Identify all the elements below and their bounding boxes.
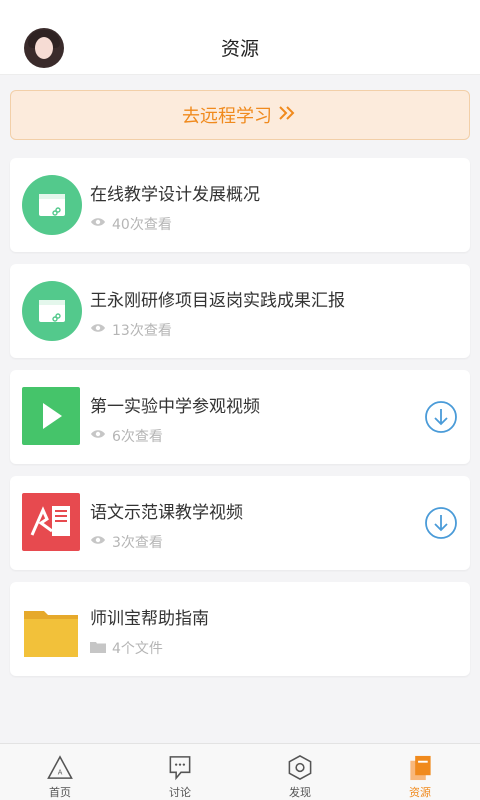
- resource-title: 语文示范课教学视频: [90, 503, 243, 523]
- download-icon[interactable]: [424, 506, 458, 540]
- tab-label: 讨论: [169, 786, 191, 799]
- web-link-icon: [22, 281, 82, 341]
- resource-card[interactable]: 师训宝帮助指南 4个文件: [10, 582, 470, 676]
- pdf-file-icon: [22, 493, 80, 551]
- resource-meta: 6次查看: [90, 426, 163, 446]
- eye-icon: [90, 322, 106, 338]
- svg-text:A: A: [58, 768, 63, 776]
- video-play-icon: [22, 387, 80, 445]
- page-title: 资源: [220, 38, 259, 60]
- resource-card[interactable]: 语文示范课教学视频 3次查看: [10, 476, 470, 570]
- folder-icon: [22, 599, 80, 657]
- discussion-icon: [169, 756, 191, 781]
- resource-card[interactable]: 第一实验中学参观视频 6次查看: [10, 370, 470, 464]
- view-count: 3次查看: [112, 535, 163, 551]
- resource-meta: 40次查看: [90, 214, 172, 234]
- view-count: 6次查看: [112, 429, 163, 445]
- resource-title: 师训宝帮助指南: [90, 609, 209, 629]
- eye-icon: [90, 216, 106, 232]
- resource-title: 第一实验中学参观视频: [90, 397, 260, 417]
- tab-label: 发现: [289, 786, 311, 799]
- tab-label: 资源: [409, 786, 431, 799]
- view-count: 13次查看: [112, 323, 172, 339]
- eye-icon: [90, 534, 106, 550]
- top-header: 资源: [0, 0, 480, 75]
- remote-learning-button[interactable]: 去远程学习: [10, 90, 470, 140]
- resource-icon: [410, 755, 431, 781]
- bottom-tab-bar: A 首页 讨论 发现 资源: [0, 743, 480, 800]
- resource-meta: 3次查看: [90, 532, 163, 552]
- tab-home[interactable]: A 首页: [0, 744, 120, 800]
- tab-discover[interactable]: 发现: [240, 744, 360, 800]
- resource-meta: 13次查看: [90, 320, 172, 340]
- double-chevron-right-icon: [278, 105, 298, 126]
- home-triangle-icon: A: [47, 755, 73, 779]
- eye-icon: [90, 428, 106, 444]
- tab-resources[interactable]: 资源: [360, 744, 480, 800]
- resource-card[interactable]: 王永刚研修项目返岗实践成果汇报 13次查看: [10, 264, 470, 358]
- view-count: 40次查看: [112, 217, 172, 233]
- resource-title: 在线教学设计发展概况: [90, 185, 260, 205]
- tab-discussion[interactable]: 讨论: [120, 744, 240, 800]
- resource-card[interactable]: 在线教学设计发展概况 40次查看: [10, 158, 470, 252]
- resource-title: 王永刚研修项目返岗实践成果汇报: [90, 291, 345, 311]
- small-folder-icon: [90, 640, 106, 657]
- web-link-icon: [22, 175, 82, 235]
- download-icon[interactable]: [424, 400, 458, 434]
- file-count: 4个文件: [112, 641, 163, 657]
- tab-label: 首页: [49, 786, 71, 799]
- remote-learning-label: 去远程学习: [182, 106, 272, 127]
- discover-hexagon-icon: [288, 755, 312, 780]
- resource-meta: 4个文件: [90, 638, 163, 658]
